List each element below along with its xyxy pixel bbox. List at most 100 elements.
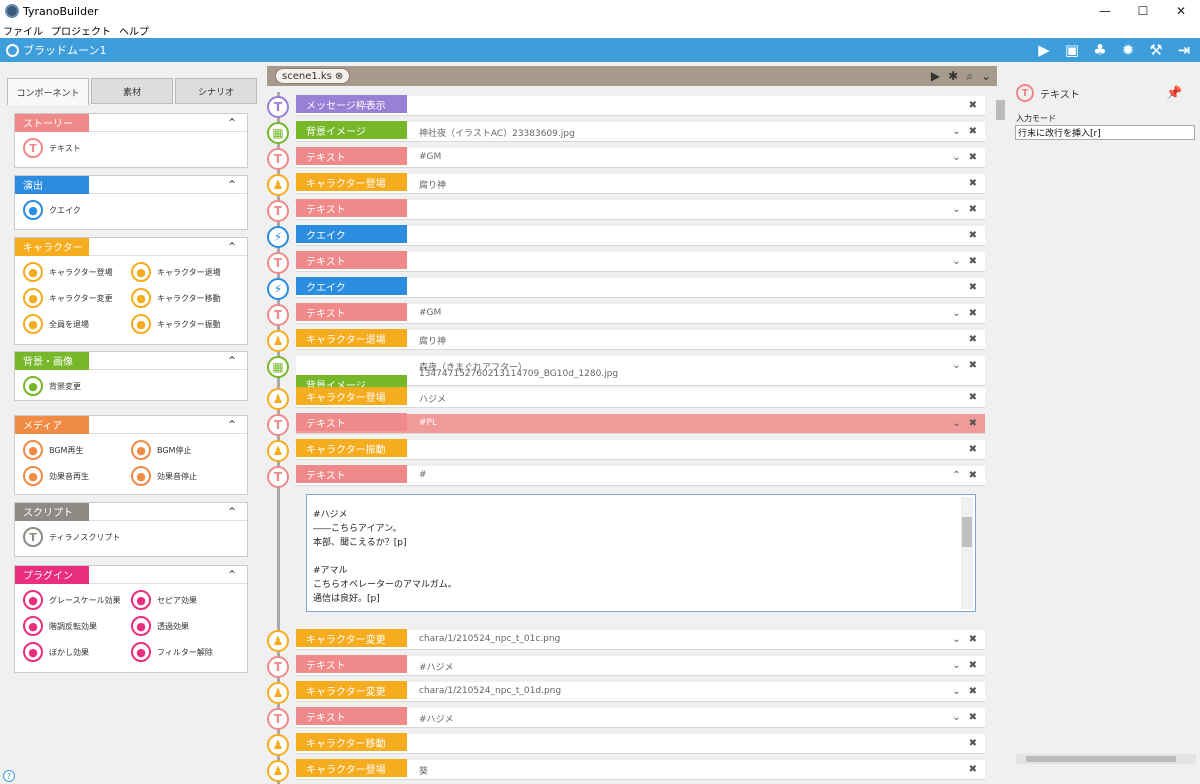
scene-tab[interactable]: scene1.ks ⊗ [275, 68, 351, 84]
delete-row-icon[interactable]: ✖ [969, 392, 977, 403]
component-item[interactable]: T テキスト [23, 138, 81, 158]
category-header[interactable]: キャラクター ⌃ [15, 237, 247, 256]
chevron-down-icon[interactable]: ⌄ [952, 204, 960, 215]
chevron-down-icon[interactable]: ⌄ [952, 686, 960, 697]
collapse-chevron-icon[interactable]: ⌄ [981, 69, 991, 83]
maximize-button[interactable]: ☐ [1124, 0, 1162, 22]
tab-components[interactable]: コンポーネント [7, 78, 89, 105]
chevron-down-icon[interactable]: ⌄ [952, 418, 960, 429]
component-item[interactable]: ● BGM再生 [23, 440, 83, 460]
component-item[interactable]: ● キャラクター変更 [23, 288, 113, 308]
delete-row-icon[interactable]: ✖ [969, 738, 977, 749]
category-header[interactable]: 演出 ⌃ [15, 175, 247, 194]
script-row[interactable]: 背景イメージ 神社夜（イラストAC）23383609.jpg ⌄ ✖ [296, 121, 985, 142]
component-item[interactable]: ● 透過効果 [131, 616, 189, 636]
delete-row-icon[interactable]: ✖ [969, 178, 977, 189]
script-row[interactable]: キャラクター登場 葵 ✖ [296, 759, 985, 780]
script-row[interactable]: キャラクター変更 chara/1/210524_npc_t_01d.png ⌄ ✖ [296, 681, 985, 702]
help-icon[interactable]: ? [3, 770, 15, 782]
component-item[interactable]: ● キャラクター登場 [23, 262, 113, 282]
text-editor[interactable]: #ハジメ ――こちらアイアン。 本部、聞こえるか？[p] #アマル こちらオペレーターの… [306, 494, 976, 612]
script-row[interactable]: キャラクター移動 ✖ [296, 733, 985, 754]
delete-row-icon[interactable]: ✖ [969, 282, 977, 293]
debug-bug-icon[interactable]: ✱ [948, 69, 958, 83]
script-row[interactable]: キャラクター登場 ハジメ ✖ [296, 387, 985, 408]
characters-gear-icon[interactable]: ♣ [1090, 40, 1110, 60]
scenario-scrollbar[interactable] [995, 100, 1006, 784]
script-row[interactable]: クエイク ✖ [296, 277, 985, 298]
collapse-caret-icon[interactable]: ⌃ [227, 505, 237, 519]
delete-row-icon[interactable]: ✖ [969, 686, 977, 697]
chevron-down-icon[interactable]: ⌄ [952, 712, 960, 723]
script-row[interactable]: メッセージ枠表示 ✖ [296, 95, 985, 116]
delete-row-icon[interactable]: ✖ [969, 360, 977, 371]
collapse-caret-icon[interactable]: ⌃ [227, 116, 237, 130]
editor-scrollbar[interactable] [961, 497, 973, 609]
delete-row-icon[interactable]: ✖ [969, 334, 977, 345]
script-row[interactable]: クエイク ✖ [296, 225, 985, 246]
component-item[interactable]: ● ぼかし効果 [23, 642, 89, 662]
properties-scrollbar[interactable] [1016, 754, 1196, 764]
delete-row-icon[interactable]: ✖ [969, 764, 977, 775]
category-header[interactable]: メディア ⌃ [15, 415, 247, 434]
collapse-caret-icon[interactable]: ⌃ [227, 240, 237, 254]
chevron-down-icon[interactable]: ⌄ [952, 308, 960, 319]
component-item[interactable]: ● キャラクター移動 [131, 288, 221, 308]
collapse-caret-icon[interactable]: ⌃ [227, 418, 237, 432]
close-button[interactable]: ✕ [1162, 0, 1200, 22]
play-icon[interactable]: ▶ [1034, 40, 1054, 60]
export-icon[interactable]: ⇥ [1174, 40, 1194, 60]
component-item[interactable]: ● 効果音再生 [23, 466, 89, 486]
script-row[interactable]: テキスト #ハジメ ⌄ ✖ [296, 655, 985, 676]
delete-row-icon[interactable]: ✖ [969, 444, 977, 455]
chevron-down-icon[interactable]: ⌄ [952, 256, 960, 267]
category-header[interactable]: プラグイン ⌃ [15, 565, 247, 584]
script-row[interactable]: テキスト ⌄ ✖ [296, 199, 985, 220]
component-item[interactable]: ● 効果音停止 [131, 466, 197, 486]
delete-row-icon[interactable]: ✖ [969, 634, 977, 645]
settings-gear-icon[interactable]: ✹ [1118, 40, 1138, 60]
delete-row-icon[interactable]: ✖ [969, 204, 977, 215]
chevron-up-icon[interactable]: ⌃ [952, 470, 960, 481]
chevron-down-icon[interactable]: ⌄ [952, 360, 960, 371]
component-item[interactable]: ● グレースケール効果 [23, 590, 121, 610]
script-row[interactable]: テキスト #ハジメ ⌄ ✖ [296, 707, 985, 728]
component-item[interactable]: T ティラノスクリプト [23, 527, 120, 547]
delete-row-icon[interactable]: ✖ [969, 712, 977, 723]
delete-row-icon[interactable]: ✖ [969, 660, 977, 671]
tab-assets[interactable]: 素材 [91, 78, 173, 104]
script-row[interactable]: テキスト #GM ⌄ ✖ [296, 147, 985, 168]
script-row[interactable]: テキスト #PL ⌄ ✖ [296, 413, 985, 434]
pin-icon[interactable]: 📌 [1166, 86, 1182, 101]
category-header[interactable]: 背景・画像 ⌃ [15, 351, 247, 370]
component-item[interactable]: ● 背景変更 [23, 376, 81, 396]
close-tab-icon[interactable]: ⊗ [335, 71, 343, 82]
collapse-caret-icon[interactable]: ⌃ [227, 354, 237, 368]
component-item[interactable]: ● 階調反転効果 [23, 616, 97, 636]
component-item[interactable]: ● セピア効果 [131, 590, 197, 610]
delete-row-icon[interactable]: ✖ [969, 126, 977, 137]
collapse-caret-icon[interactable]: ⌃ [227, 178, 237, 192]
chevron-down-icon[interactable]: ⌄ [952, 152, 960, 163]
build-hammer-icon[interactable]: ⚒ [1146, 40, 1166, 60]
input-mode-select[interactable]: 行末に改行を挿入[r] [1015, 125, 1195, 140]
category-header[interactable]: ストーリー ⌃ [15, 113, 247, 132]
component-item[interactable]: ● キャラクター振動 [131, 314, 221, 334]
delete-row-icon[interactable]: ✖ [969, 152, 977, 163]
preview-play-icon[interactable]: ▶ [931, 69, 940, 83]
component-item[interactable]: ● クエイク [23, 200, 81, 220]
script-row[interactable]: テキスト ⌄ ✖ [296, 251, 985, 272]
menu-file[interactable]: ファイル [0, 23, 48, 38]
menu-help[interactable]: ヘルプ [116, 23, 154, 38]
chevron-down-icon[interactable]: ⌄ [952, 126, 960, 137]
component-item[interactable]: ● 全員を退場 [23, 314, 89, 334]
collapse-caret-icon[interactable]: ⌃ [227, 568, 237, 582]
tab-scenario[interactable]: シナリオ [175, 78, 257, 104]
search-icon[interactable]: ⌕ [966, 69, 973, 84]
component-item[interactable]: ● BGM停止 [131, 440, 191, 460]
category-header[interactable]: スクリプト ⌃ [15, 502, 247, 521]
script-row[interactable]: キャラクター登場 腐り神 ✖ [296, 173, 985, 194]
script-row[interactable]: キャラクター退場 腐り神 ✖ [296, 329, 985, 350]
delete-row-icon[interactable]: ✖ [969, 418, 977, 429]
save-icon[interactable]: ▣ [1062, 40, 1082, 60]
